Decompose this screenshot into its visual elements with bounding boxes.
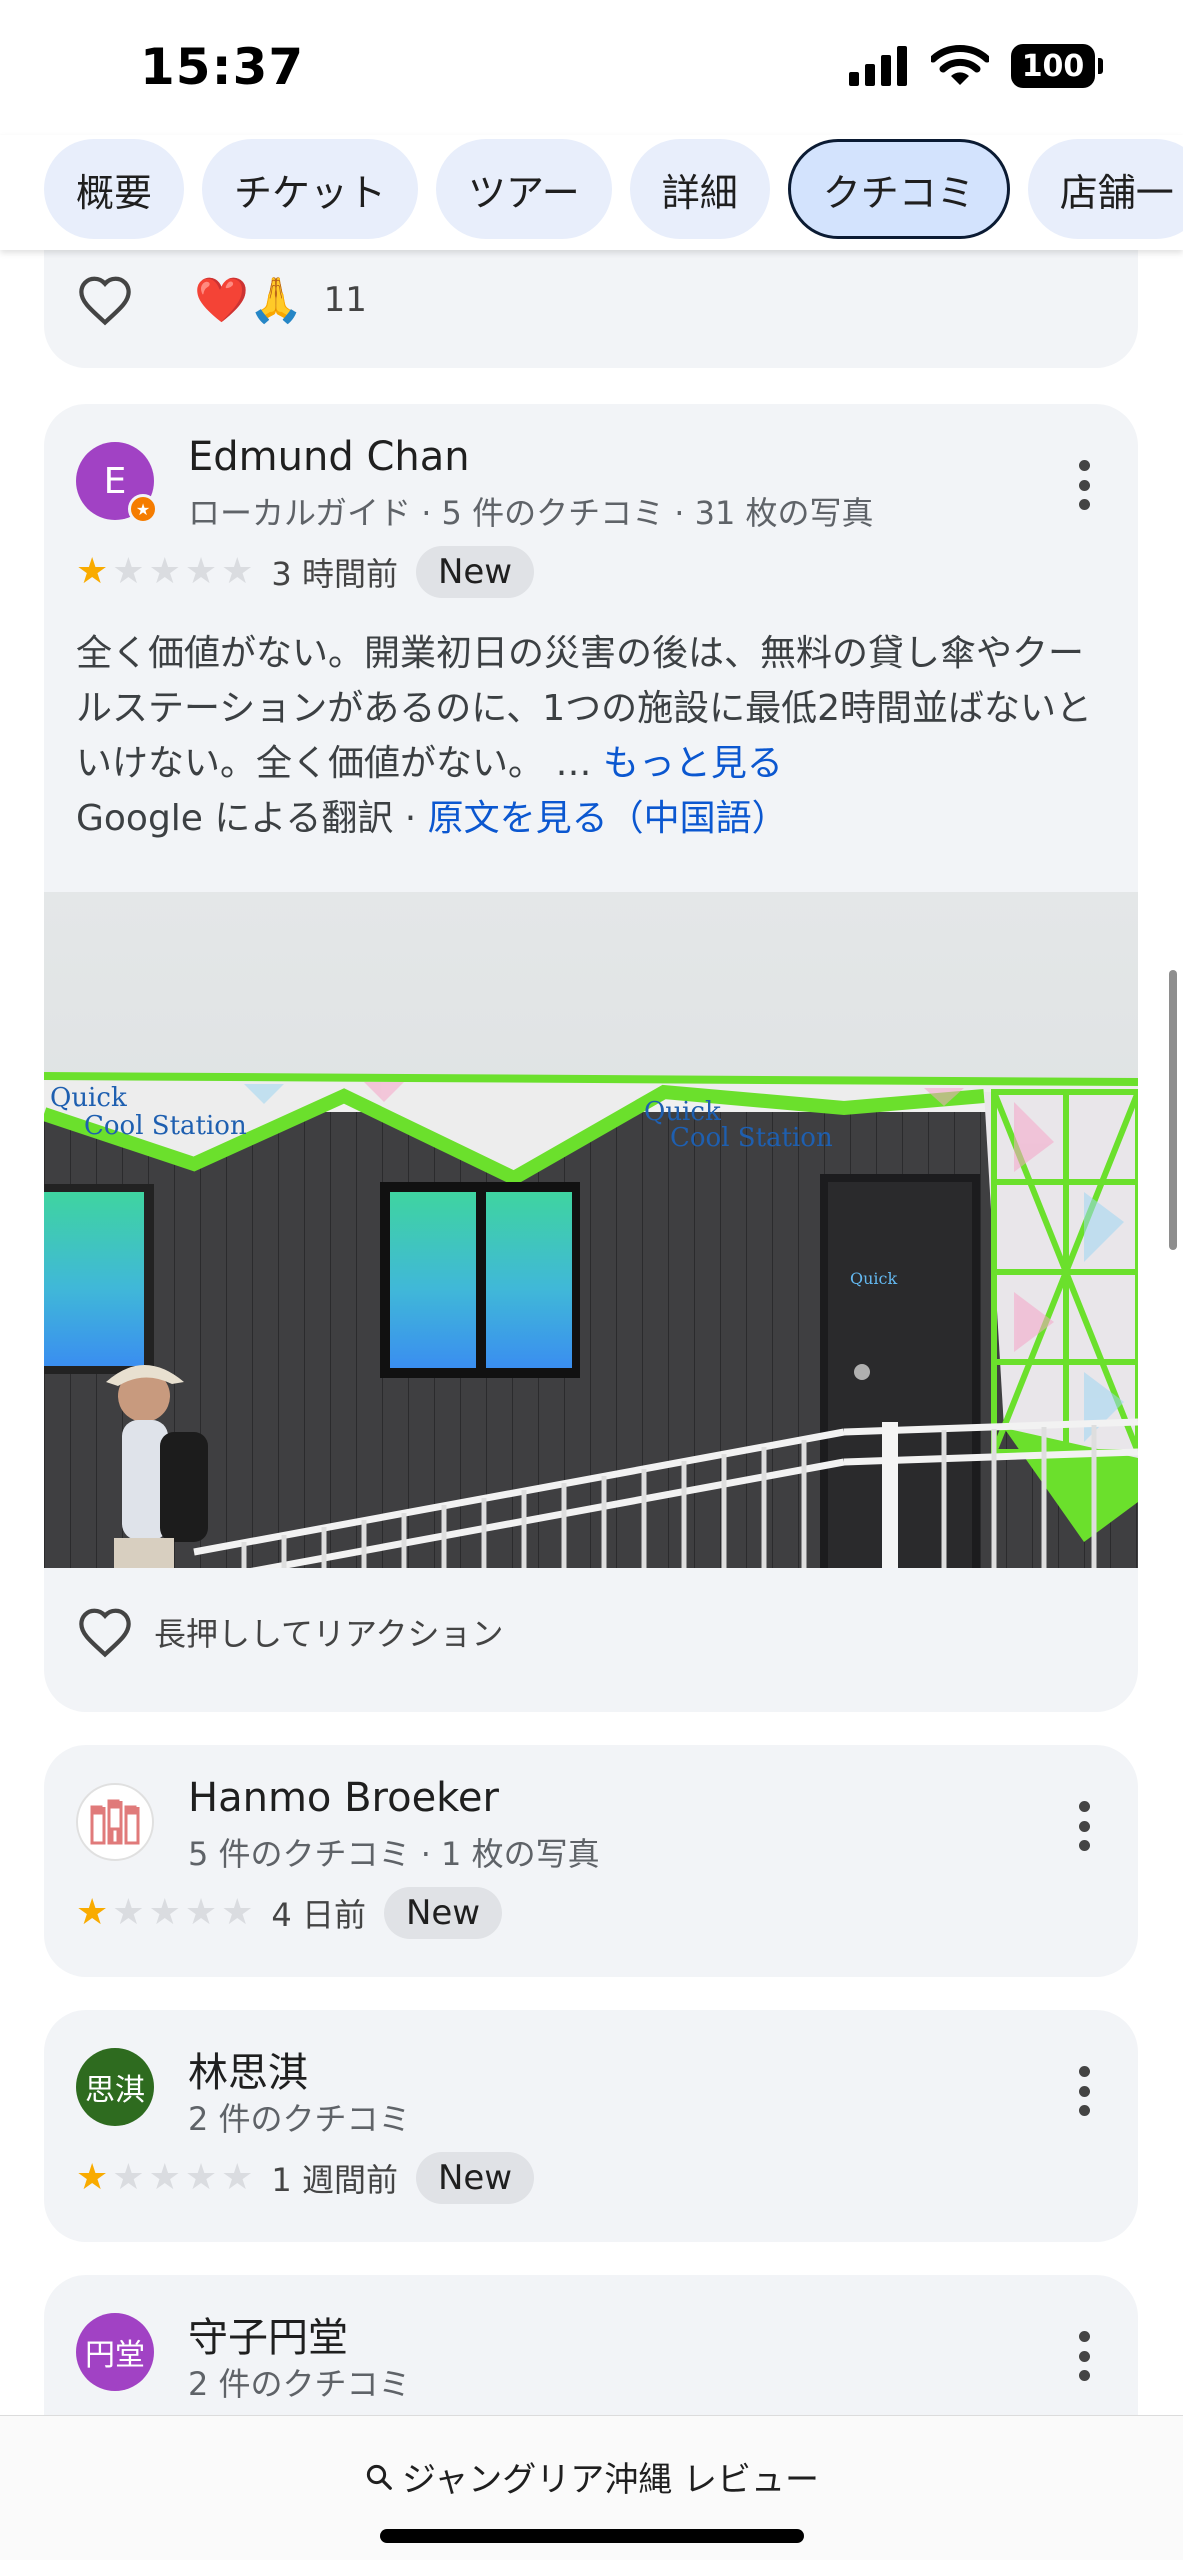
star-icon: ★ [112, 551, 145, 592]
star-rating: ★ ★ ★ ★ ★ [76, 1895, 253, 1931]
star-icon: ★ [184, 551, 218, 592]
reviewer-name[interactable]: 守子円堂 [188, 2305, 348, 2363]
reviewer-meta: ローカルガイド · 5 件のクチコミ · 31 枚の写真 [188, 494, 874, 532]
avatar[interactable]: 思淇 [76, 2048, 154, 2126]
review-time: 3 時間前 [271, 555, 398, 593]
more-options-icon[interactable] [1078, 1801, 1090, 1851]
new-badge: New [383, 1887, 503, 1939]
avatar[interactable] [76, 1783, 154, 1861]
heart-icon[interactable] [76, 1606, 134, 1658]
rating-row: ★ ★ ★ ★ ★ 4 日前 New [76, 1887, 503, 1939]
react-hint: 長押ししてリアクション [154, 1615, 504, 1653]
review-card: Hanmo Broeker 5 件のクチコミ · 1 枚の写真 ★ ★ ★ ★ … [44, 1745, 1138, 1977]
tab-overview[interactable]: 概要 [44, 139, 185, 239]
reviewer-meta: 5 件のクチコミ · 1 枚の写真 [188, 1835, 600, 1873]
battery-level: 100 [1021, 48, 1085, 84]
reaction-emojis: ❤️🙏 [194, 275, 304, 326]
reaction-row[interactable]: 長押ししてリアクション [76, 1606, 503, 1658]
reviewer-name[interactable]: Edmund Chan [188, 434, 470, 480]
star-icon: ★ [148, 1892, 181, 1933]
star-icon: ★ [221, 1892, 254, 1933]
rating-row: ★ ★ ★ ★ ★ 3 時間前 New [76, 546, 535, 598]
reviewer-name[interactable]: 林思淇 [188, 2040, 308, 2098]
reaction-row: ❤️🙏 11 [76, 274, 367, 326]
reviews-list[interactable]: ❤️🙏 11 E ★ Edmund Chan ローカルガイド · 5 件のクチコ… [0, 250, 1183, 2415]
star-icon: ★ [76, 2157, 109, 2198]
new-badge: New [415, 546, 535, 598]
star-icon: ★ [221, 2157, 254, 2198]
reviewer-name[interactable]: Hanmo Broeker [188, 1775, 499, 1821]
clock: 15:37 [140, 38, 305, 96]
section-tabs-bar: 概要 チケット ツアー 詳細 クチコミ 店舗一 [0, 135, 1183, 250]
avatar[interactable]: 円堂 [76, 2313, 154, 2391]
more-options-icon[interactable] [1078, 2331, 1090, 2381]
sign-text: Quick [850, 1269, 898, 1288]
star-icon: ★ [148, 2157, 181, 2198]
review-card-previous: ❤️🙏 11 [44, 250, 1138, 368]
scrollbar-thumb[interactable] [1169, 970, 1177, 1250]
tab-tours[interactable]: ツアー [436, 139, 612, 239]
review-card: 思淇 林思淇 2 件のクチコミ ★ ★ ★ ★ ★ 1 週間前 New [44, 2010, 1138, 2242]
sign-text: Cool Station [670, 1123, 833, 1153]
review-time: 1 週間前 [271, 2161, 398, 2199]
bottom-search-bar[interactable]: ジャングリア沖縄 レビュー [0, 2415, 1183, 2560]
rating-row: ★ ★ ★ ★ ★ 1 週間前 New [76, 2152, 535, 2204]
sign-text: Quick [50, 1083, 127, 1113]
status-icons: 100 [849, 44, 1103, 88]
section-tabs: 概要 チケット ツアー 詳細 クチコミ 店舗一 [44, 139, 1183, 239]
search-query: ジャングリア沖縄 レビュー [401, 2460, 820, 2500]
star-icon: ★ [221, 551, 254, 592]
more-options-icon[interactable] [1078, 2066, 1090, 2116]
sign-text: Cool Station [84, 1111, 247, 1141]
show-original-link[interactable]: 原文を見る（中国語） [428, 798, 788, 839]
local-guide-badge-icon: ★ [128, 494, 158, 524]
battery-icon: 100 [1011, 44, 1103, 88]
review-time: 4 日前 [271, 1896, 366, 1934]
review-card: 円堂 守子円堂 2 件のクチコミ [44, 2275, 1138, 2415]
quick-cool-station-photo: Quick Cool Station Quick Cool Station Qu… [44, 892, 1138, 1568]
tab-details[interactable]: 詳細 [629, 139, 770, 239]
reaction-count: 11 [323, 280, 367, 320]
tab-tickets[interactable]: チケット [202, 139, 419, 239]
new-badge: New [415, 2152, 535, 2204]
reviewer-meta: 2 件のクチコミ [188, 2100, 411, 2138]
star-icon: ★ [76, 1892, 109, 1933]
star-icon: ★ [76, 551, 109, 592]
cellular-signal-icon [849, 46, 907, 86]
star-icon: ★ [184, 1892, 218, 1933]
review-body: 全く価値がない。開業初日の災害の後は、無料の貸し傘やクールステーションがあるのに… [76, 633, 1093, 784]
search-icon [366, 2464, 392, 2490]
castle-avatar-icon [90, 1799, 140, 1845]
search-query-row[interactable]: ジャングリア沖縄 レビュー [0, 2452, 1183, 2501]
review-text: 全く価値がない。開業初日の災害の後は、無料の貸し傘やクールステーションがあるのに… [76, 626, 1106, 846]
review-photo[interactable]: Quick Cool Station Quick Cool Station Qu… [44, 892, 1138, 1568]
star-icon: ★ [112, 2157, 145, 2198]
wifi-icon [931, 45, 989, 85]
star-icon: ★ [148, 551, 181, 592]
tab-reviews[interactable]: クチコミ [787, 139, 1010, 239]
avatar[interactable]: E ★ [76, 442, 158, 524]
home-indicator[interactable] [380, 2529, 804, 2543]
reviewer-meta: 2 件のクチコミ [188, 2365, 411, 2403]
read-more-link[interactable]: もっと見る [603, 743, 783, 784]
status-bar: 15:37 100 [0, 0, 1183, 135]
star-icon: ★ [112, 1892, 145, 1933]
review-card: E ★ Edmund Chan ローカルガイド · 5 件のクチコミ · 31 … [44, 404, 1138, 1712]
more-options-icon[interactable] [1078, 460, 1090, 510]
star-icon: ★ [184, 2157, 218, 2198]
heart-icon[interactable] [76, 274, 134, 326]
star-rating: ★ ★ ★ ★ ★ [76, 554, 253, 590]
tab-stores[interactable]: 店舗一 [1027, 139, 1183, 239]
star-rating: ★ ★ ★ ★ ★ [76, 2160, 253, 2196]
translation-note: Google による翻訳 · [76, 798, 428, 839]
